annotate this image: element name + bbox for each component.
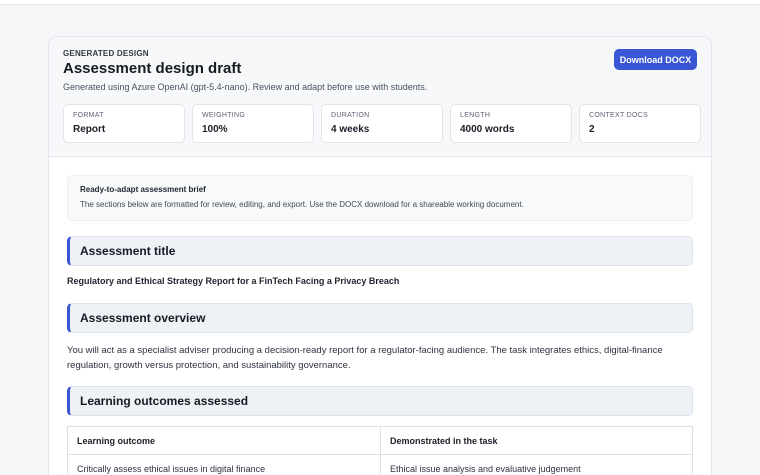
brief-box: Ready-to-adapt assessment brief The sect… — [67, 175, 693, 221]
assessment-card: GENERATED DESIGN Assessment design draft… — [48, 36, 712, 475]
download-docx-button[interactable]: Download DOCX — [614, 49, 697, 70]
stat-label: WEIGHTING — [202, 112, 246, 119]
brief-title: Ready-to-adapt assessment brief — [80, 185, 206, 194]
stat-format: FORMAT Report — [63, 104, 185, 143]
stat-value: 4000 words — [460, 124, 515, 135]
section-heading-assessment-title: Assessment title — [67, 236, 693, 266]
stat-label: CONTEXT DOCS — [589, 112, 649, 119]
column-header-demonstrated: Demonstrated in the task — [380, 426, 693, 455]
page-subtitle: Generated using Azure OpenAI (gpt-5.4-na… — [63, 82, 428, 92]
stat-value: Report — [73, 124, 106, 135]
overview-text: You will act as a specialist adviser pro… — [67, 345, 663, 371]
stats-row: FORMAT Report WEIGHTING 100% DURATION 4 … — [63, 104, 701, 143]
stat-value: 4 weeks — [331, 124, 370, 135]
page-title: Assessment design draft — [63, 60, 242, 77]
section-heading-learning-outcomes: Learning outcomes assessed — [67, 386, 693, 416]
table-cell: Ethical issue analysis and evaluative ju… — [380, 454, 693, 475]
assessment-title-text: Regulatory and Ethical Strategy Report f… — [67, 276, 400, 286]
learning-outcomes-table: Learning outcome Demonstrated in the tas… — [67, 426, 693, 475]
top-bar — [0, 0, 760, 5]
stat-value: 100% — [202, 124, 228, 135]
table-cell: Critically assess ethical issues in digi… — [67, 454, 381, 475]
stat-context-docs: CONTEXT DOCS 2 — [579, 104, 701, 143]
brief-text: The sections below are formatted for rev… — [80, 200, 524, 209]
eyebrow-label: GENERATED DESIGN — [63, 49, 149, 58]
table-header-row: Learning outcome Demonstrated in the tas… — [67, 426, 693, 455]
stat-weighting: WEIGHTING 100% — [192, 104, 314, 143]
card-header: GENERATED DESIGN Assessment design draft… — [49, 37, 711, 157]
stat-duration: DURATION 4 weeks — [321, 104, 443, 143]
stat-label: DURATION — [331, 112, 370, 119]
stat-value: 2 — [589, 124, 595, 135]
stat-label: LENGTH — [460, 112, 491, 119]
table-row: Critically assess ethical issues in digi… — [67, 454, 693, 475]
stat-length: LENGTH 4000 words — [450, 104, 572, 143]
column-header-learning-outcome: Learning outcome — [67, 426, 381, 455]
section-heading-overview: Assessment overview — [67, 303, 693, 333]
stat-label: FORMAT — [73, 112, 104, 119]
